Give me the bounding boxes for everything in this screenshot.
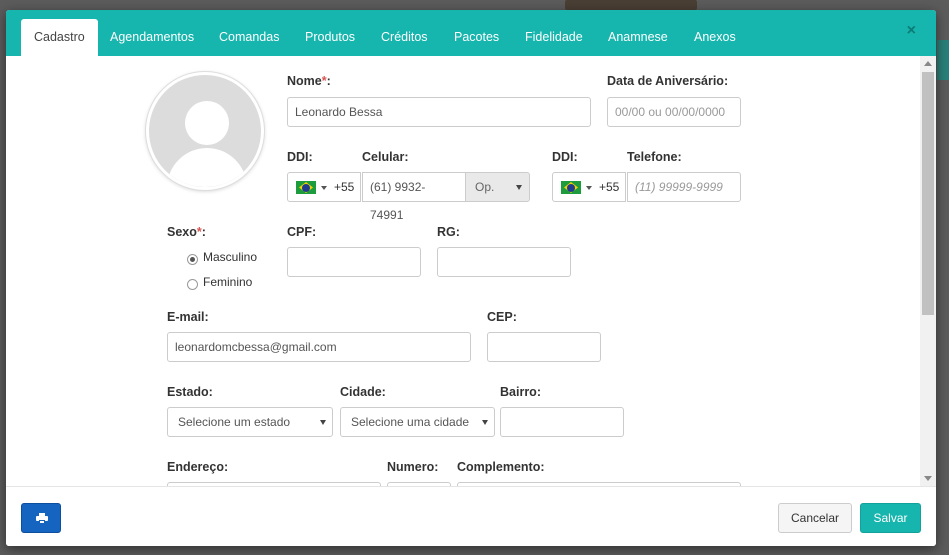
scroll-down-arrow-icon[interactable] — [924, 476, 932, 481]
chevron-down-icon — [516, 185, 522, 190]
tab-pacotes[interactable]: Pacotes — [441, 19, 512, 56]
complemento-label: Complemento: — [457, 460, 545, 474]
client-modal: Cadastro Agendamentos Comandas Produtos … — [6, 10, 936, 546]
ddi-telefone-select[interactable]: +55 — [552, 172, 626, 202]
print-button[interactable] — [21, 503, 61, 533]
tab-anamnese[interactable]: Anamnese — [595, 19, 681, 56]
form-body: Nome*: Leonardo Bessa Data de Aniversári… — [6, 56, 920, 486]
chevron-down-icon — [586, 186, 592, 190]
tab-produtos[interactable]: Produtos — [292, 19, 368, 56]
celular-input[interactable]: (61) 9932-74991 — [362, 172, 466, 222]
nome-input[interactable]: Leonardo Bessa — [287, 97, 591, 127]
aniversario-input[interactable]: 00/00 ou 00/00/0000 — [607, 97, 741, 127]
radio-feminino[interactable] — [187, 279, 198, 290]
background-header-element — [565, 0, 697, 10]
chevron-down-icon — [321, 186, 327, 190]
radio-feminino-label: Feminino — [203, 275, 253, 289]
brazil-flag-icon — [296, 181, 316, 194]
celular-label: Celular: — [362, 150, 409, 164]
estado-label: Estado: — [167, 385, 213, 399]
cancel-button[interactable]: Cancelar — [778, 503, 852, 533]
rg-input[interactable] — [437, 247, 571, 277]
ddi-code: +55 — [599, 180, 620, 194]
tab-bar: Cadastro Agendamentos Comandas Produtos … — [6, 10, 936, 56]
bairro-input[interactable] — [500, 407, 624, 437]
email-input[interactable]: leonardomcbessa@gmail.com — [167, 332, 471, 362]
tab-anexos[interactable]: Anexos — [681, 19, 749, 56]
numero-label: Numero: — [387, 460, 439, 474]
estado-select[interactable]: Selecione um estado — [167, 407, 333, 437]
cpf-label: CPF: — [287, 225, 317, 239]
cpf-input[interactable] — [287, 247, 421, 277]
sexo-label: Sexo*: — [167, 225, 206, 239]
close-icon[interactable]: × — [907, 22, 916, 40]
nome-label: Nome*: — [287, 74, 331, 88]
printer-icon — [36, 513, 48, 524]
chevron-down-icon — [482, 420, 488, 425]
scroll-up-arrow-icon[interactable] — [924, 61, 932, 66]
background-accent-strip — [937, 40, 949, 80]
tab-fidelidade[interactable]: Fidelidade — [512, 19, 596, 56]
telefone-label: Telefone: — [627, 150, 682, 164]
bairro-label: Bairro: — [500, 385, 541, 399]
estado-value: Selecione um estado — [178, 415, 291, 429]
rg-label: RG: — [437, 225, 460, 239]
email-label: E-mail: — [167, 310, 209, 324]
avatar[interactable] — [146, 72, 264, 190]
telefone-input[interactable]: (11) 99999-9999 — [627, 172, 741, 202]
radio-masculino-label: Masculino — [203, 250, 258, 264]
ddi-telefone-label: DDI: — [552, 150, 578, 164]
form-scrollbar[interactable] — [920, 56, 936, 486]
cidade-label: Cidade: — [340, 385, 386, 399]
ddi-celular-select[interactable]: +55 — [287, 172, 361, 202]
chevron-down-icon — [320, 420, 326, 425]
brazil-flag-icon — [561, 181, 581, 194]
save-button[interactable]: Salvar — [860, 503, 921, 533]
tab-comandas[interactable]: Comandas — [206, 19, 292, 56]
scrollbar-thumb[interactable] — [922, 72, 934, 315]
aniversario-label: Data de Aniversário: — [607, 74, 729, 88]
cidade-value: Selecione uma cidade — [351, 415, 470, 429]
avatar-body-shape — [167, 148, 247, 187]
operator-select[interactable]: Op. — [465, 172, 530, 202]
ddi-code: +55 — [334, 180, 355, 194]
tab-creditos[interactable]: Créditos — [368, 19, 441, 56]
tab-agendamentos[interactable]: Agendamentos — [97, 19, 207, 56]
endereco-label: Endereço: — [167, 460, 229, 474]
tab-cadastro[interactable]: Cadastro — [21, 19, 98, 56]
modal-footer: Cancelar Salvar — [6, 486, 936, 546]
ddi-celular-label: DDI: — [287, 150, 313, 164]
cidade-select[interactable]: Selecione uma cidade — [340, 407, 495, 437]
cep-label: CEP: — [487, 310, 517, 324]
operator-label: Op. — [475, 180, 495, 194]
radio-masculino[interactable] — [187, 254, 198, 265]
cep-input[interactable] — [487, 332, 601, 362]
avatar-head-shape — [185, 101, 229, 145]
